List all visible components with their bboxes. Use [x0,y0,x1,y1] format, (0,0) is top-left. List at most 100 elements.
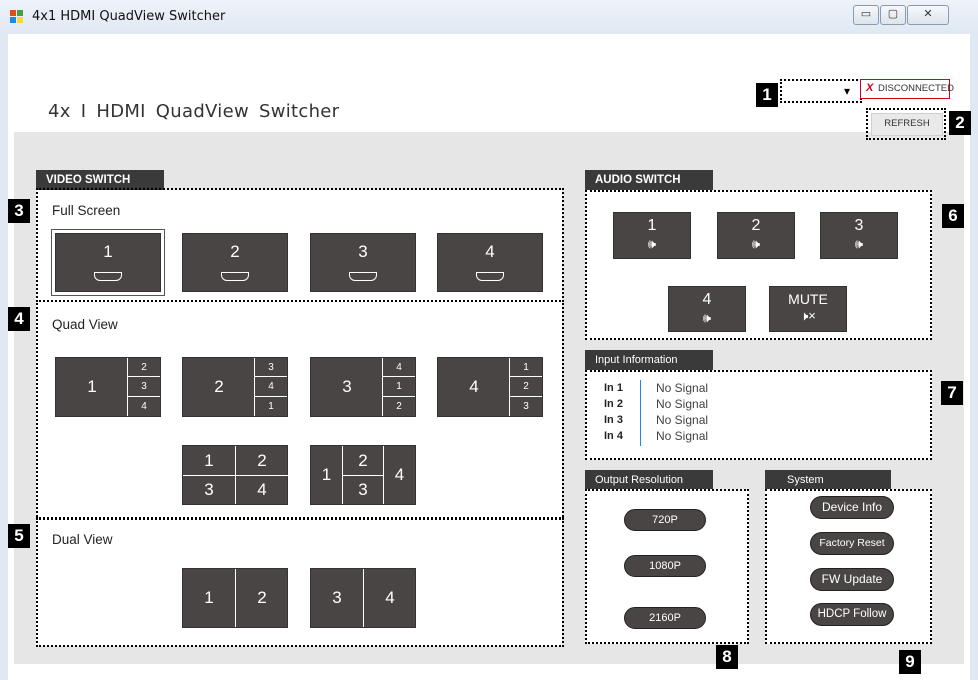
quad-sub-input: 1 [510,358,542,378]
resolution-720p-button[interactable]: 720P [624,509,706,531]
dual-view-section [36,517,564,647]
speaker-icon: 🕪 [647,236,657,251]
pip-input: 3 [358,480,368,499]
mute-label: MUTE [788,291,828,307]
quad-sub-input: 2 [128,358,160,378]
pip-input: 2 [343,446,383,476]
dual-view-tile-3-4[interactable]: 3 4 [310,568,416,628]
quad-view-grid-tile[interactable]: 1 2 3 4 [182,445,288,505]
full-screen-label: Full Screen [52,203,121,218]
input-information-panel [585,370,932,460]
chevron-down-icon: ▾ [844,84,851,98]
refresh-button[interactable]: REFRESH [871,113,943,136]
minimize-button[interactable]: ▭ [853,5,879,25]
input-status: No Signal [656,397,709,411]
grid-input: 4 [257,480,267,499]
quad-main-input: 3 [342,377,352,396]
factory-reset-button[interactable]: Factory Reset [810,532,894,555]
app-title: 4x I HDMI QuadView Switcher [48,101,340,122]
quad-view-tile-4[interactable]: 4 12 3 [437,357,543,417]
refresh-region: REFRESH [866,108,946,140]
quad-view-tile-1[interactable]: 1 23 4 [55,357,161,417]
input-information-header: Input Information [585,350,713,370]
quad-sub-input: 1 [268,400,274,412]
quad-view-tile-2[interactable]: 2 34 1 [182,357,288,417]
input-info-divider [640,380,641,446]
audio-button-1[interactable]: 1 🕪 [613,212,691,259]
pip-input: 1 [311,446,343,504]
close-window-button[interactable]: ✕ [907,5,949,25]
connection-status-badge: X DISCONNECTED [860,79,954,99]
input-label: In 2 [604,398,623,410]
input-status: No Signal [656,429,709,443]
grid-input: 1 [183,446,236,476]
quad-view-tile-3[interactable]: 3 41 2 [310,357,416,417]
quad-sub-input: 4 [383,358,415,378]
dual-input: 1 [183,569,236,627]
app-icon [10,10,23,23]
grid-input: 2 [236,446,288,476]
dual-input: 2 [257,588,267,607]
audio-mute-button[interactable]: MUTE 🕨× [769,286,847,332]
hdcp-follow-button[interactable]: HDCP Follow [810,603,894,626]
window-title: 4x1 HDMI QuadView Switcher [32,9,226,24]
mute-icon: 🕨× [800,308,816,323]
callout-2: 2 [949,111,971,135]
speaker-icon: 🕪 [854,236,864,251]
output-resolution-header: Output Resolution [585,470,713,490]
window-frame-right [970,34,978,680]
video-switch-header: VIDEO SWITCH [36,170,164,190]
full-screen-tile-2[interactable]: 2 [182,233,288,292]
callout-6: 6 [942,204,964,228]
audio-button-4[interactable]: 4 🕪 [668,286,746,332]
hdmi-icon [349,272,377,281]
tile-number: 1 [103,242,113,261]
quad-main-input: 4 [469,377,479,396]
full-screen-tile-3[interactable]: 3 [310,233,416,292]
disconnected-x-icon: X [866,82,874,94]
quad-sub-input: 4 [255,377,287,397]
hdmi-icon [476,272,504,281]
audio-input-number: 3 [854,217,864,234]
quad-view-label: Quad View [52,317,118,332]
quad-view-pip-tile[interactable]: 1 2 3 4 [310,445,416,505]
input-status: No Signal [656,413,709,427]
audio-input-number: 2 [751,217,761,234]
dual-input: 4 [385,588,395,607]
dual-view-label: Dual View [52,532,113,547]
audio-input-number: 1 [647,217,657,234]
input-status: No Signal [656,381,709,395]
callout-3: 3 [8,199,30,223]
callout-8: 8 [716,645,738,669]
quad-sub-input: 3 [255,358,287,378]
audio-button-3[interactable]: 3 🕪 [820,212,898,259]
dual-view-tile-1-2[interactable]: 1 2 [182,568,288,628]
full-screen-tile-4[interactable]: 4 [437,233,543,292]
audio-button-2[interactable]: 2 🕪 [717,212,795,259]
port-select[interactable]: ▾ [780,79,862,103]
callout-9: 9 [899,650,921,674]
audio-switch-header: AUDIO SWITCH [585,170,713,190]
input-label: In 4 [604,430,623,442]
callout-7: 7 [941,381,963,405]
fw-update-button[interactable]: FW Update [810,568,894,591]
speaker-icon: 🕪 [702,310,712,325]
resolution-1080p-button[interactable]: 1080P [624,555,706,577]
minimize-icon: ▭ [860,8,872,20]
audio-input-number: 4 [702,291,712,308]
hdmi-icon [94,272,122,281]
close-icon: ✕ [923,8,933,20]
input-label: In 1 [604,382,623,394]
tile-number: 4 [485,242,495,261]
maximize-button[interactable]: ▢ [880,5,906,25]
resolution-2160p-button[interactable]: 2160P [624,607,706,629]
device-info-button[interactable]: Device Info [810,496,894,519]
quad-sub-input: 4 [141,400,147,412]
full-screen-tile-1[interactable]: 1 [55,233,161,292]
quad-sub-input: 3 [523,400,529,412]
tile-number: 3 [358,242,368,261]
pip-input: 4 [383,446,415,504]
window-frame-left [0,34,8,680]
callout-4: 4 [8,307,30,331]
input-label: In 3 [604,414,623,426]
